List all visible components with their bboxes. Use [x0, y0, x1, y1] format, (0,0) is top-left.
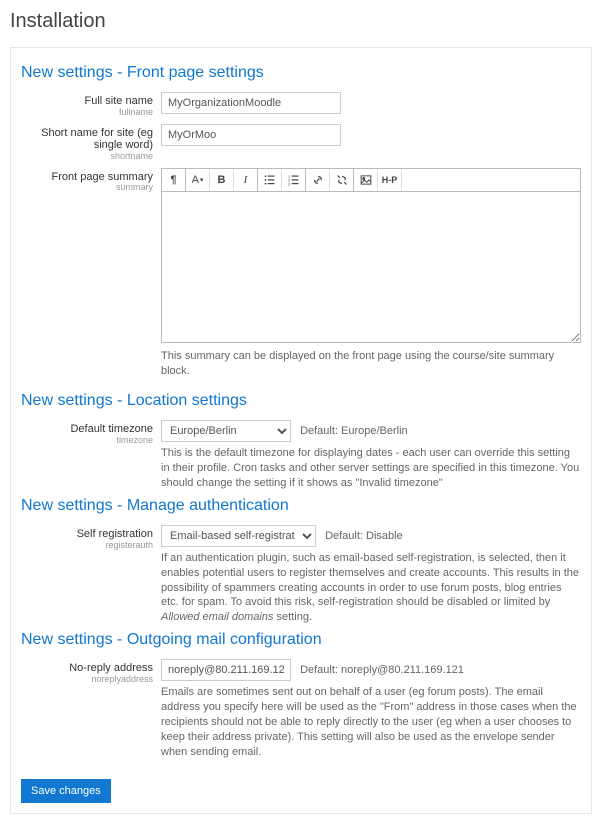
row-shortname: Short name for site (eg single word) sho…: [21, 124, 581, 162]
sublabel-shortname: shortname: [21, 152, 153, 162]
label-shortname: Short name for site (eg single word): [21, 127, 153, 152]
summary-editor: ¶ A▾ B I 123: [161, 168, 581, 343]
toolbar-font-btn[interactable]: A▾: [186, 169, 210, 191]
number-list-icon: 123: [288, 174, 300, 186]
label-fullname: Full site name: [21, 95, 153, 108]
shortname-input[interactable]: [161, 124, 341, 146]
row-fullname: Full site name fullname: [21, 92, 581, 118]
page-title: Installation: [10, 10, 592, 33]
image-icon: [360, 174, 372, 186]
toolbar-italic-btn[interactable]: I: [234, 169, 258, 191]
sublabel-noreply: noreplyaddress: [21, 675, 153, 685]
sublabel-fullname: fullname: [21, 108, 153, 118]
timezone-default: Default: Europe/Berlin: [300, 425, 408, 437]
toolbar-unlink-btn[interactable]: [330, 169, 354, 191]
toolbar-hp-btn[interactable]: H-P: [378, 169, 402, 191]
hp-icon: H-P: [382, 175, 398, 185]
label-noreply: No-reply address: [21, 662, 153, 675]
row-selfreg: Self registration registerauth Email-bas…: [21, 525, 581, 625]
section-frontpage-heading: New settings - Front page settings: [21, 64, 581, 82]
timezone-help: This is the default timezone for display…: [161, 446, 581, 491]
sublabel-summary: summary: [21, 183, 153, 193]
link-icon: [312, 174, 324, 186]
selfreg-default: Default: Disable: [325, 530, 403, 542]
timezone-select[interactable]: Europe/Berlin: [161, 420, 291, 442]
selfreg-help-em: Allowed email domains: [161, 611, 274, 623]
summary-help: This summary can be displayed on the fro…: [161, 349, 581, 379]
toolbar-image-btn[interactable]: [354, 169, 378, 191]
bold-icon: B: [218, 174, 226, 186]
chevron-down-icon: ▾: [200, 176, 204, 184]
section-mail-heading: New settings - Outgoing mail configurati…: [21, 631, 581, 649]
selfreg-select[interactable]: Email-based self-registration: [161, 525, 316, 547]
toolbar-ul-btn[interactable]: [258, 169, 282, 191]
bullet-list-icon: [264, 174, 276, 186]
noreply-help: Emails are sometimes sent out on behalf …: [161, 685, 581, 759]
row-summary: Front page summary summary ¶ A▾ B I: [21, 168, 581, 343]
toolbar-bold-btn[interactable]: B: [210, 169, 234, 191]
sublabel-timezone: timezone: [21, 436, 153, 446]
settings-panel: New settings - Front page settings Full …: [10, 47, 592, 814]
selfreg-help: If an authentication plugin, such as ema…: [161, 551, 581, 625]
toolbar-link-btn[interactable]: [306, 169, 330, 191]
save-changes-button[interactable]: Save changes: [21, 779, 111, 803]
summary-textarea[interactable]: [162, 192, 580, 342]
paragraph-icon: ¶: [170, 174, 176, 186]
toolbar-ol-btn[interactable]: 123: [282, 169, 306, 191]
row-timezone: Default timezone timezone Europe/Berlin …: [21, 420, 581, 491]
noreply-default: Default: noreply@80.211.169.121: [300, 664, 464, 676]
font-icon: A: [192, 174, 199, 186]
selfreg-help-pre: If an authentication plugin, such as ema…: [161, 552, 579, 609]
selfreg-help-post: setting.: [274, 611, 313, 623]
section-location-heading: New settings - Location settings: [21, 392, 581, 410]
unlink-icon: [336, 174, 348, 186]
svg-text:3: 3: [288, 182, 290, 186]
italic-icon: I: [244, 174, 248, 186]
row-noreply: No-reply address noreplyaddress Default:…: [21, 659, 581, 759]
noreply-input[interactable]: [161, 659, 291, 681]
section-auth-heading: New settings - Manage authentication: [21, 497, 581, 515]
label-selfreg: Self registration: [21, 528, 153, 541]
editor-toolbar: ¶ A▾ B I 123: [162, 169, 580, 192]
fullname-input[interactable]: [161, 92, 341, 114]
toolbar-paragraph-btn[interactable]: ¶: [162, 169, 186, 191]
sublabel-selfreg: registerauth: [21, 541, 153, 551]
